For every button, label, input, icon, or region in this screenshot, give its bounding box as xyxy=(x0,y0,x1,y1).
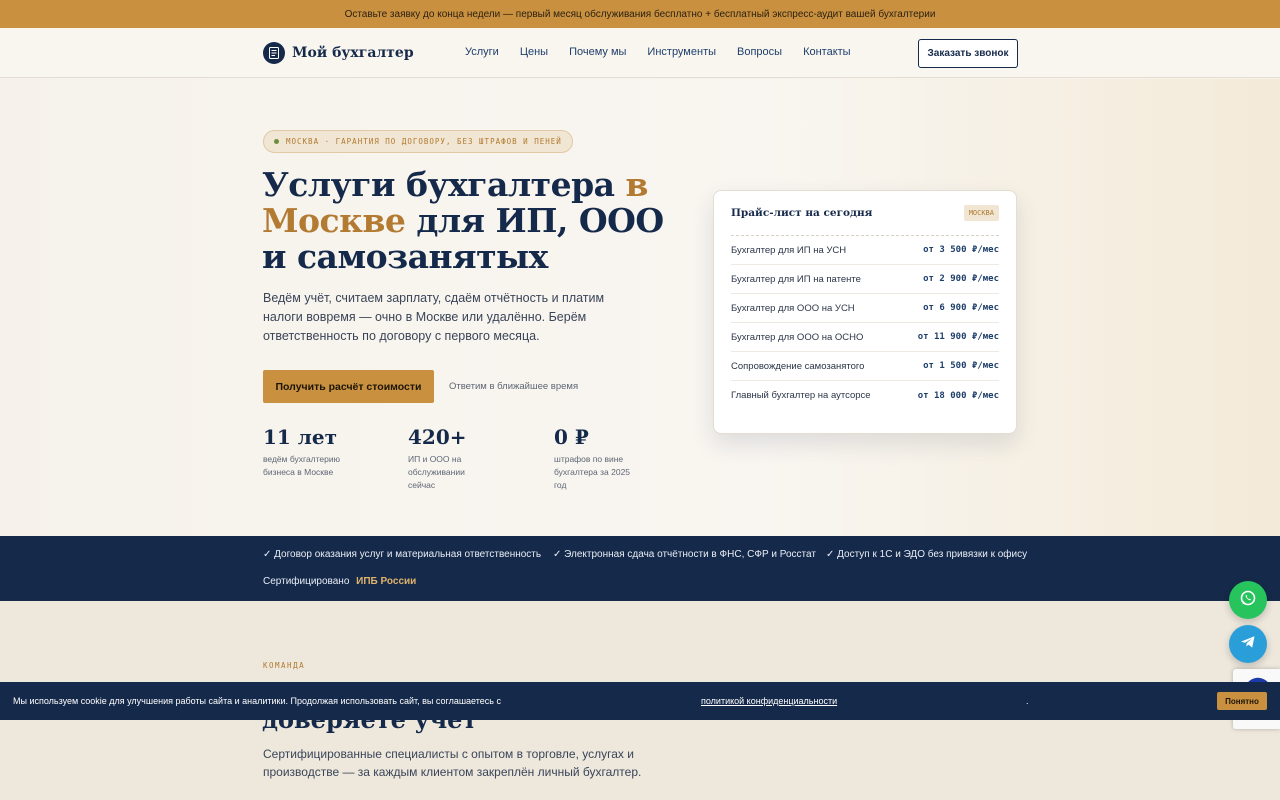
stat-fines: 0 ₽ штрафов по вине бухгалтера за 2025 г… xyxy=(554,425,664,492)
cookie-period: . xyxy=(1026,696,1029,706)
cert-label: Сертифицировано xyxy=(263,576,350,587)
nav-link-tools[interactable]: Инструменты xyxy=(647,46,716,58)
price-card-header: Прайс-лист на сегодня МОСКВА xyxy=(731,191,999,236)
service-price: от 2 900 ₽/мес xyxy=(923,274,999,284)
reply-note: Ответим в ближайшее время xyxy=(449,381,579,392)
price-row: Бухгалтер для ИП на УСН от 3 500 ₽/мес xyxy=(731,236,999,265)
cookie-banner: Мы используем cookie для улучшения работ… xyxy=(0,682,1280,720)
stat-clients: 420+ ИП и ООО на обслуживании сейчас xyxy=(408,425,518,492)
site-header: Мой бухгалтер Услуги Цены Почему мы Инст… xyxy=(0,28,1280,78)
service-name: Бухгалтер для ИП на патенте xyxy=(731,273,861,285)
whatsapp-button[interactable] xyxy=(1229,581,1267,619)
service-price: от 1 500 ₽/мес xyxy=(923,361,999,371)
service-price: от 6 900 ₽/мес xyxy=(923,303,999,313)
stat-caption: ведём бухгалтерию бизнеса в Москве xyxy=(263,454,341,477)
stat-value: 11 лет xyxy=(263,425,338,449)
certification: Сертифицировано ИПБ России xyxy=(263,576,416,587)
city-tag: МОСКВА xyxy=(963,205,999,221)
stat-value: 420+ xyxy=(408,425,467,449)
price-row: Сопровождение самозанятого от 1 500 ₽/ме… xyxy=(731,352,999,381)
logo[interactable]: Мой бухгалтер xyxy=(263,42,414,64)
service-name: Бухгалтер для ООО на ОСНО xyxy=(731,331,864,343)
announcement-text: Оставьте заявку до конца недели — первый… xyxy=(344,8,936,20)
logo-text: Мой бухгалтер xyxy=(292,45,414,61)
service-price: от 3 500 ₽/мес xyxy=(923,245,999,255)
nav-link-faq[interactable]: Вопросы xyxy=(737,46,782,58)
service-name: Главный бухгалтер на аутсорсе xyxy=(731,390,871,401)
stat-caption: ИП и ООО на обслуживании сейчас xyxy=(408,454,465,490)
hero-title-part1: Услуги бухгалтера xyxy=(262,165,626,204)
service-name: Бухгалтер для ИП на УСН xyxy=(731,244,847,256)
stat-years: 11 лет ведём бухгалтерию бизнеса в Москв… xyxy=(263,425,373,479)
telegram-button[interactable] xyxy=(1229,625,1267,663)
trust-item-contract: ✓ Договор оказания услуг и материальная … xyxy=(263,549,542,560)
cert-org: ИПБ России xyxy=(356,576,417,587)
service-name: Сопровождение самозанятого xyxy=(731,360,865,372)
price-row: Бухгалтер для ООО на ОСНО от 11 900 ₽/ме… xyxy=(731,323,999,352)
stat-value: 0 ₽ xyxy=(554,425,589,449)
price-row: Бухгалтер для ИП на патенте от 2 900 ₽/м… xyxy=(731,265,999,294)
ledger-icon xyxy=(263,42,285,64)
price-row: Бухгалтер для ООО на УСН от 6 900 ₽/мес xyxy=(731,294,999,323)
service-name: Бухгалтер для ООО на УСН xyxy=(731,302,855,314)
stat-caption: штрафов по вине бухгалтера за 2025 год xyxy=(554,454,631,490)
section-eyebrow: КОМАНДА xyxy=(263,661,306,670)
whatsapp-icon xyxy=(1239,589,1257,612)
price-row: Главный бухгалтер на аутсорсе от 18 000 … xyxy=(731,381,999,410)
nav-link-why-us[interactable]: Почему мы xyxy=(569,46,626,58)
telegram-icon xyxy=(1239,633,1257,656)
location-badge: МОСКВА · ГАРАНТИЯ ПО ДОГОВОРУ, БЕЗ ШТРАФ… xyxy=(263,130,573,153)
service-price: от 11 900 ₽/мес xyxy=(917,332,999,342)
badge-text: МОСКВА · ГАРАНТИЯ ПО ДОГОВОРУ, БЕЗ ШТРАФ… xyxy=(286,137,562,146)
status-dot-icon xyxy=(274,139,279,144)
service-price: от 18 000 ₽/мес xyxy=(917,390,999,401)
team-subtitle: Сертифицированные специалисты с опытом в… xyxy=(263,747,642,779)
price-card-title: Прайс-лист на сегодня xyxy=(731,207,873,219)
nav-link-prices[interactable]: Цены xyxy=(520,46,548,58)
hero-title: Услуги бухгалтера в Москве для ИП, ООО и… xyxy=(262,167,682,275)
nav-link-contacts[interactable]: Контакты xyxy=(803,46,851,58)
cookie-accept-button[interactable]: Понятно xyxy=(1217,692,1267,710)
trust-item-access: ✓ Доступ к 1С и ЭДО без привязки к офису xyxy=(826,549,1028,560)
hero-subtitle: Ведём учёт, считаем зарплату, сдаём отчё… xyxy=(263,291,605,343)
hero-section: МОСКВА · ГАРАНТИЯ ПО ДОГОВОРУ, БЕЗ ШТРАФ… xyxy=(0,79,1280,536)
cookie-text: Мы используем cookie для улучшения работ… xyxy=(13,696,501,706)
trust-bar: ✓ Договор оказания услуг и материальная … xyxy=(0,536,1280,601)
order-call-button[interactable]: Заказать звонок xyxy=(918,39,1018,68)
get-quote-button[interactable]: Получить расчёт стоимости xyxy=(263,370,434,403)
price-list-card: Прайс-лист на сегодня МОСКВА Бухгалтер д… xyxy=(713,190,1017,434)
trust-item-reporting: ✓ Электронная сдача отчётности в ФНС, СФ… xyxy=(553,549,816,560)
privacy-policy-link[interactable]: политикой конфиденциальности xyxy=(701,696,837,706)
main-nav: Услуги Цены Почему мы Инструменты Вопрос… xyxy=(465,46,851,58)
nav-link-services[interactable]: Услуги xyxy=(465,46,499,58)
announcement-bar: Оставьте заявку до конца недели — первый… xyxy=(0,0,1280,28)
